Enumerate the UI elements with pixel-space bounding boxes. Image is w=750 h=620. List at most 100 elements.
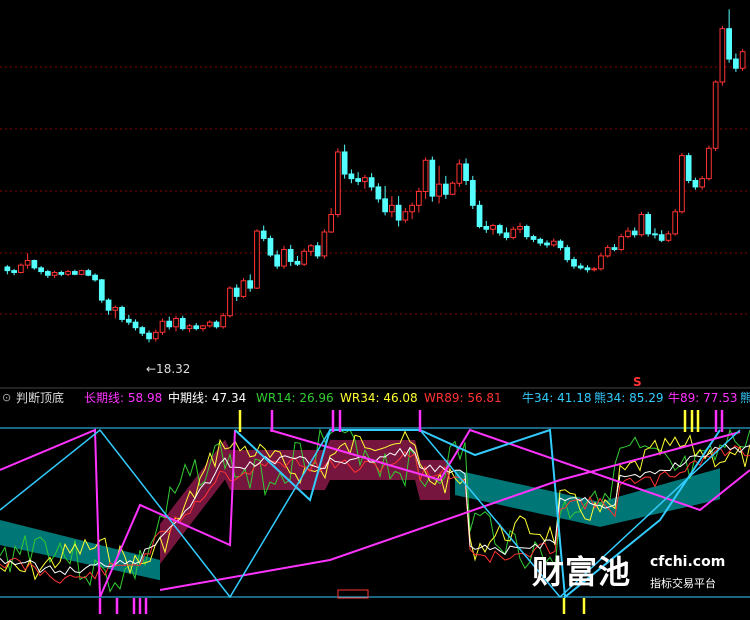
candle-body — [125, 318, 132, 323]
candle-body — [652, 233, 658, 236]
candle-body — [638, 214, 645, 236]
watermark-site: cfchi.com — [650, 554, 726, 570]
bull89-line — [0, 428, 236, 598]
candle-body — [200, 325, 206, 330]
candle-body — [213, 321, 220, 328]
low-price-label: ←18.32 — [146, 362, 190, 376]
candle-body — [692, 179, 699, 188]
candle-body — [665, 233, 672, 241]
candle-body — [523, 225, 530, 238]
candle-body — [152, 331, 159, 340]
legend-bear89: 熊 — [740, 391, 750, 405]
candle-body — [4, 266, 11, 272]
candle-body — [206, 321, 213, 327]
candle-body — [112, 306, 119, 311]
candle-body — [584, 267, 591, 271]
stock-chart[interactable]: ←18.32 S — [0, 0, 750, 620]
candle-body — [564, 247, 571, 261]
candlestick-series — [4, 9, 746, 343]
candle-body — [706, 147, 712, 180]
candle-body — [402, 211, 409, 221]
candle-body — [685, 155, 692, 181]
candle-body — [132, 321, 139, 329]
candle-body — [463, 163, 469, 181]
candle-body — [78, 270, 85, 275]
candle-body — [679, 155, 685, 213]
legend-bull34: 牛34: 41.18 — [522, 391, 592, 405]
candle-body — [31, 260, 38, 269]
candle-body — [739, 51, 746, 69]
candle-body — [146, 332, 152, 340]
candle-body — [321, 231, 328, 257]
candle-body — [71, 271, 78, 275]
candle-body — [577, 265, 584, 269]
candle-body — [328, 214, 335, 233]
candle-body — [92, 274, 98, 281]
candle-body — [415, 191, 422, 206]
candle-body — [604, 247, 611, 257]
candle-body — [503, 232, 510, 239]
candle-body — [510, 228, 517, 239]
candle-body — [267, 237, 274, 256]
legend-wr34: WR34: 46.08 — [340, 391, 418, 405]
candle-body — [98, 279, 105, 301]
candle-body — [308, 245, 314, 252]
candle-body — [389, 204, 395, 213]
sell-signal-label: S — [633, 375, 642, 389]
candle-body — [186, 325, 193, 330]
candle-body — [456, 163, 463, 184]
candle-body — [557, 240, 564, 249]
candle-body — [395, 204, 402, 221]
candle-body — [179, 317, 186, 330]
candle-body — [287, 248, 294, 262]
candle-body — [341, 151, 348, 175]
candle-body — [537, 238, 544, 244]
candle-body — [733, 58, 739, 69]
candle-body — [429, 159, 436, 197]
legend-bear34: 熊34: 85.29 — [594, 391, 664, 405]
candle-body — [193, 325, 200, 330]
candle-body — [85, 270, 92, 276]
candle-body — [645, 214, 652, 235]
candle-body — [517, 225, 523, 230]
candle-body — [294, 260, 301, 265]
candle-body — [220, 315, 227, 328]
candle-body — [409, 204, 415, 213]
candle-body — [625, 230, 631, 238]
candle-body — [422, 159, 429, 193]
candle-body — [355, 178, 361, 182]
candle-body — [254, 230, 260, 289]
legend-wr14: WR14: 26.96 — [256, 391, 334, 405]
candle-body — [44, 271, 51, 276]
candle-body — [442, 183, 449, 195]
candle-body — [490, 225, 496, 230]
watermark-brand: 财富池 — [532, 553, 632, 591]
candle-body — [476, 204, 483, 227]
candle-body — [233, 287, 240, 297]
candle-body — [611, 247, 618, 250]
legend-long-term: 长期线: 58.98 — [84, 391, 163, 405]
candle-body — [550, 240, 557, 246]
candle-body — [368, 177, 375, 188]
candle-body — [247, 280, 254, 289]
candle-body — [335, 151, 341, 216]
candle-body — [699, 178, 706, 188]
indicator-title[interactable]: 判断顶底 — [16, 389, 64, 407]
candle-body — [672, 211, 679, 235]
candle-body — [281, 248, 287, 267]
candle-body — [24, 260, 31, 266]
candle-body — [496, 225, 503, 234]
candle-body — [119, 306, 125, 320]
candle-body — [544, 242, 550, 246]
candle-body — [618, 236, 625, 250]
candle-body — [38, 267, 44, 273]
candle-body — [631, 230, 638, 236]
candle-body — [166, 320, 173, 328]
legend-mid-term: 中期线: 47.34 — [168, 391, 247, 405]
candle-body — [598, 255, 604, 270]
candle-body — [375, 186, 382, 200]
indicator-collapse-icon[interactable]: ⊙ — [2, 389, 11, 407]
candle-body — [173, 317, 179, 328]
candle-body — [227, 287, 233, 317]
candle-body — [139, 327, 146, 334]
